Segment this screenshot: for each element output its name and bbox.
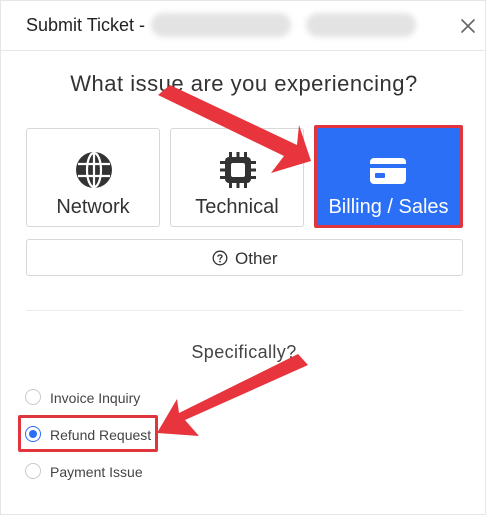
category-technical-button[interactable]: Technical — [170, 128, 304, 227]
radio-button-selected[interactable] — [25, 426, 41, 442]
category-label: Technical — [195, 196, 279, 218]
dialog-header: Submit Ticket - — [1, 1, 486, 51]
category-label: Network — [56, 196, 130, 218]
option-refund-request[interactable]: Refund Request — [25, 424, 225, 446]
credit-card-icon — [367, 150, 409, 192]
option-label: Payment Issue — [50, 464, 143, 480]
other-category-button[interactable]: Other — [26, 239, 463, 276]
category-label: Billing / Sales — [328, 196, 449, 218]
radio-button[interactable] — [25, 463, 41, 479]
chip-icon — [217, 149, 259, 191]
option-payment-issue[interactable]: Payment Issue — [25, 461, 225, 483]
option-label: Invoice Inquiry — [50, 390, 141, 406]
question-circle-icon — [212, 250, 228, 266]
close-icon[interactable] — [457, 15, 479, 37]
category-billing-sales-button[interactable]: Billing / Sales — [314, 125, 463, 228]
dialog-title: Submit Ticket - — [26, 15, 146, 35]
specifically-heading: Specifically? — [191, 342, 297, 362]
option-invoice-inquiry[interactable]: Invoice Inquiry — [25, 387, 225, 409]
issue-question: What issue are you experiencing? — [70, 71, 418, 96]
radio-button[interactable] — [25, 389, 41, 405]
redacted-text — [306, 13, 416, 37]
redacted-text — [151, 13, 291, 37]
section-divider — [26, 310, 463, 311]
other-label: Other — [235, 249, 278, 268]
globe-icon — [73, 149, 115, 191]
submit-ticket-dialog: Submit Ticket - What issue are you exper… — [0, 0, 486, 515]
option-label: Refund Request — [50, 427, 152, 443]
category-network-button[interactable]: Network — [26, 128, 160, 227]
